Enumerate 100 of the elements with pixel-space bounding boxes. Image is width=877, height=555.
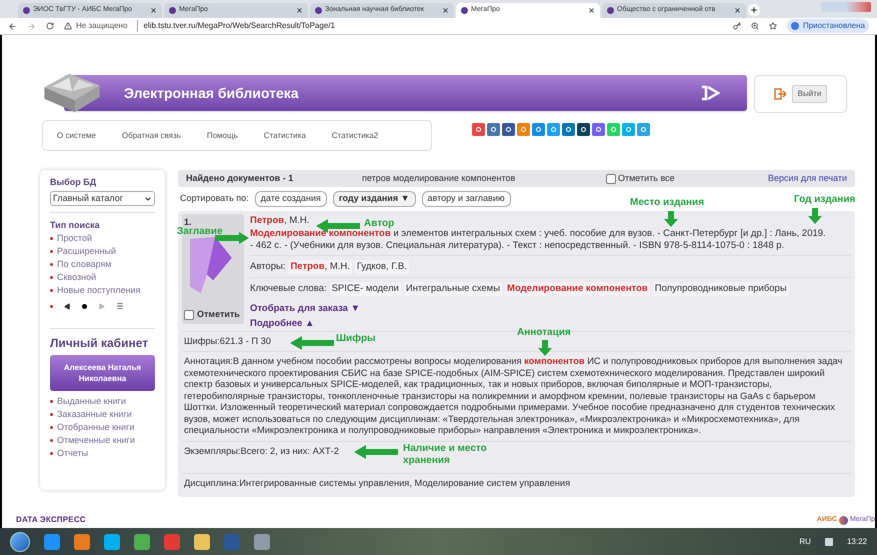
- keywords-label: Ключевые слова:: [250, 282, 327, 296]
- social-share-icon[interactable]: [487, 123, 500, 136]
- new-tab-button[interactable]: [748, 4, 760, 16]
- search-type-label: Тип поиска: [50, 220, 101, 231]
- author-text: Петров, М.Н.: [250, 214, 310, 228]
- arrow-icon: [538, 340, 552, 356]
- close-icon[interactable]: [734, 7, 741, 14]
- callout-label: Аннотация: [517, 327, 571, 339]
- avatar-icon: [790, 22, 799, 30]
- app-icon[interactable]: [254, 534, 270, 550]
- author-tag[interactable]: Гудков, Г.В.: [354, 260, 409, 274]
- app-icon[interactable]: [74, 534, 90, 550]
- record-field: Экземпляры:Всего: 2, из них: АХТ-2: [184, 446, 339, 458]
- brand-mark-icon: [700, 85, 722, 101]
- back-icon[interactable]: [8, 22, 17, 30]
- cabinet-title: Личный кабинет: [50, 336, 150, 350]
- close-icon[interactable]: [150, 7, 157, 14]
- site-icon: [315, 7, 322, 14]
- start-orb-icon[interactable]: [10, 532, 30, 552]
- app-icon[interactable]: [44, 534, 60, 550]
- menu-icon[interactable]: [116, 302, 124, 310]
- user-button[interactable]: Алексеева Наталья Николаевна: [50, 355, 155, 391]
- search-type-link[interactable]: По словарям: [57, 259, 112, 270]
- site-title: Электронная библиотека: [124, 84, 300, 103]
- exit-icon: [774, 88, 786, 100]
- previous-icon[interactable]: [64, 302, 71, 310]
- star-icon[interactable]: [768, 22, 777, 30]
- callout-label: Год издания: [794, 194, 856, 206]
- callout-label: Наличие и место хранения: [403, 442, 488, 467]
- db-label: Выбор БД: [50, 177, 98, 188]
- search-type-link[interactable]: Новые поступления: [57, 285, 140, 296]
- arrow-icon: [664, 211, 678, 227]
- checkbox[interactable]: [184, 310, 194, 320]
- search-type-link[interactable]: Простой: [57, 233, 92, 244]
- sort-option[interactable]: дате создания: [254, 191, 327, 206]
- social-share-icon[interactable]: [592, 123, 605, 136]
- language-indicator[interactable]: RU: [799, 536, 811, 548]
- search-type-link[interactable]: Сквозной: [57, 272, 96, 283]
- arrow-icon: [808, 208, 822, 224]
- site-icon: [461, 7, 468, 14]
- cabinet-link[interactable]: Отобранные книги: [57, 422, 134, 433]
- keyword-tag[interactable]: SPICE- модели: [330, 282, 401, 296]
- cabinet-link[interactable]: Отмеченные книги: [57, 435, 135, 446]
- keyword-tag[interactable]: Полупроводниковые приборы: [652, 282, 789, 296]
- app-icon[interactable]: [134, 534, 150, 550]
- key-icon[interactable]: [732, 22, 741, 30]
- keyword-tag[interactable]: Интегральные схемы: [404, 282, 502, 296]
- close-icon[interactable]: [296, 7, 303, 14]
- reload-icon[interactable]: [46, 22, 54, 30]
- cabinet-link[interactable]: Выданные книги: [57, 396, 126, 407]
- site-icon: [607, 7, 614, 14]
- found-count: Найдено документов - 1: [186, 172, 294, 185]
- clock-text[interactable]: 13:22: [846, 536, 867, 548]
- app-icon[interactable]: [194, 534, 210, 550]
- mark-all-label: Отметить все: [618, 172, 675, 185]
- sort-option[interactable]: автору и заглавию: [422, 191, 511, 206]
- zoom-icon[interactable]: [750, 22, 759, 30]
- close-icon[interactable]: [442, 7, 449, 14]
- record-field: Дисциплина:Интегрированные системы управления, Моделирование систем управления: [184, 478, 570, 490]
- chevron-icon: [144, 194, 152, 202]
- keyword-tag[interactable]: Моделирование компонентов: [505, 282, 650, 296]
- footer-logo: DATA ЭКСПРЕСС: [16, 514, 86, 526]
- logout-button[interactable]: Выйти: [792, 85, 828, 103]
- pause-icon[interactable]: [82, 304, 87, 308]
- tray-icon[interactable]: [824, 538, 833, 546]
- callout-label: Место издания: [630, 197, 704, 209]
- social-share-icon[interactable]: [577, 123, 590, 136]
- search-type-link[interactable]: Расширенный: [57, 246, 116, 257]
- checkbox[interactable]: [606, 174, 616, 184]
- nav-link[interactable]: Статистика2: [332, 130, 378, 142]
- query-text: петров моделирование компонентов: [362, 172, 516, 185]
- db-select[interactable]: Главный каталог: [50, 191, 155, 206]
- app-icon[interactable]: [104, 534, 120, 550]
- arrow-icon: [354, 444, 398, 459]
- order-link[interactable]: Отобрать для заказа ▼: [250, 299, 360, 316]
- callout-label: Заглавие: [177, 226, 223, 238]
- url-text[interactable]: elib.tstu.tver.ru/MegaPro/Web/SearchResult/ToPage/1: [137, 20, 335, 32]
- window-controls-icon[interactable]: [821, 2, 871, 12]
- nav-link[interactable]: Статистика: [264, 130, 306, 142]
- social-share-icon[interactable]: [502, 123, 515, 136]
- cabinet-link[interactable]: Заказанные книги: [57, 409, 132, 420]
- nav-link[interactable]: Обратная связь: [122, 130, 181, 142]
- site-icon: [23, 7, 30, 14]
- security-label: Не защищено: [76, 20, 128, 32]
- description-text: Моделирование компонентов и элементов интегральных схем : учеб. пособие для вузов. - Санкт-Петербург [и др.] : Лань, 2019. - 462 с. - (Учебники для вузов. Специальная литература). - Текст : непосредственный. - ISBN 978-5-8114-1075-0 : 1848 р.: [250, 228, 827, 252]
- authors-label: Авторы:: [250, 260, 286, 274]
- close-icon[interactable]: [588, 7, 595, 14]
- print-link[interactable]: Версия для печати: [768, 172, 847, 186]
- callout-label: Автор: [364, 218, 394, 230]
- cabinet-link[interactable]: Отчеты: [57, 448, 88, 459]
- nav-link[interactable]: Помощь: [206, 130, 238, 142]
- details-link[interactable]: Подробнее ▲: [250, 316, 314, 331]
- sort-option[interactable]: году издания ▼: [332, 191, 416, 206]
- record-number: 1.: [184, 216, 192, 227]
- profile-button[interactable]: Приостановлена: [786, 19, 869, 33]
- sort-label: Сортировать по:: [180, 192, 249, 205]
- author-tag[interactable]: Петров, М.Н.: [288, 260, 352, 274]
- nav-link[interactable]: О системе: [57, 130, 96, 142]
- social-share-icon[interactable]: [562, 123, 575, 136]
- plus-icon: [750, 6, 758, 14]
